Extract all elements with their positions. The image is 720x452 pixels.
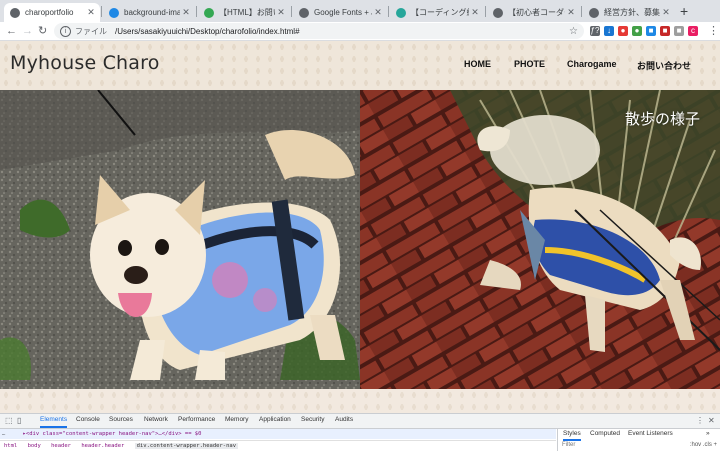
tab-title: 【HTML】お問い合わせフォーム bbox=[219, 8, 275, 17]
tab-title: 【コーディング練習】 bbox=[411, 8, 469, 17]
tab-title: charoportfolio bbox=[25, 8, 74, 17]
extension-icon[interactable]: ■ bbox=[660, 26, 670, 36]
devtools-tab-network[interactable]: Network bbox=[144, 416, 168, 423]
site-logo[interactable]: Myhouse Charo bbox=[10, 52, 160, 74]
styles-sidebar: Styles Computed Event Listeners » Filter… bbox=[557, 429, 720, 451]
nav-photo[interactable]: PHOTE bbox=[514, 59, 545, 69]
back-icon[interactable]: ← bbox=[6, 24, 17, 38]
devtools-menu-icon[interactable]: ⋮ bbox=[696, 416, 704, 425]
side-tab-computed[interactable]: Computed bbox=[590, 430, 620, 437]
crumb-header[interactable]: header bbox=[51, 443, 71, 449]
extension-icon[interactable]: ƒ? bbox=[590, 26, 600, 36]
browser-tab[interactable]: charoportfolio ✕ bbox=[4, 3, 100, 22]
address-bar[interactable]: i ファイル /Users/sasakiyuuichi/Desktop/char… bbox=[54, 23, 584, 39]
browser-tab[interactable]: Google Fonts + Japanese✕ bbox=[293, 3, 387, 22]
tab-separator bbox=[101, 6, 102, 17]
side-tab-styles[interactable]: Styles bbox=[563, 430, 581, 441]
extension-icon[interactable]: ↓ bbox=[604, 26, 614, 36]
webpage: Myhouse Charo HOME PHOTE Charogame お問い合わ… bbox=[0, 41, 720, 413]
crumb-body[interactable]: body bbox=[28, 443, 41, 449]
tab-separator bbox=[485, 6, 486, 17]
devtools-tab-sources[interactable]: Sources bbox=[109, 416, 133, 423]
inspect-element-icon[interactable]: ⬚ bbox=[5, 416, 13, 425]
tab-close-icon[interactable]: ✕ bbox=[180, 7, 192, 18]
header-nav: Myhouse Charo HOME PHOTE Charogame お問い合わ… bbox=[0, 41, 720, 90]
tab-title: 経営方針、募集する人材 bbox=[604, 8, 660, 17]
hero-caption: 散歩の様子 bbox=[624, 110, 700, 128]
tab-close-icon[interactable]: ✕ bbox=[85, 7, 97, 18]
forward-icon[interactable]: → bbox=[22, 24, 33, 38]
hero-gallery: 散歩の様子 bbox=[0, 90, 720, 389]
devtools-panel: ⬚ ▯ Elements Console Sources Network Perform… bbox=[0, 413, 720, 451]
info-icon[interactable]: i bbox=[60, 25, 71, 37]
dog-photo-right bbox=[360, 90, 720, 389]
tab-favicon-icon bbox=[109, 7, 119, 18]
side-tab-event-listeners[interactable]: Event Listeners bbox=[628, 430, 673, 437]
tab-title: background-image - CSS bbox=[124, 8, 180, 17]
page-background bbox=[0, 389, 720, 413]
reload-icon[interactable]: ↻ bbox=[38, 24, 47, 38]
extension-icon[interactable]: ■ bbox=[674, 26, 684, 36]
tab-separator bbox=[291, 6, 292, 17]
url-text[interactable]: /Users/sasakiyuuichi/Desktop/charofolio/… bbox=[115, 27, 300, 36]
extension-icon[interactable]: c bbox=[688, 26, 698, 36]
tab-favicon-icon bbox=[299, 7, 309, 18]
nav-contact[interactable]: お問い合わせ bbox=[637, 59, 691, 72]
tab-close-icon[interactable]: ✕ bbox=[565, 7, 577, 18]
devtools-tab-elements[interactable]: Elements bbox=[40, 416, 68, 428]
crumb-current[interactable]: div.content-wrapper.header-nav bbox=[134, 443, 239, 449]
extension-icon[interactable]: ● bbox=[632, 26, 642, 36]
bookmark-star-icon[interactable]: ☆ bbox=[569, 26, 578, 37]
selected-node-code: ▸<div class="content-wrapper header-nav"… bbox=[22, 431, 202, 437]
side-tabs-overflow-icon[interactable]: » bbox=[706, 430, 710, 437]
browser-tab[interactable]: 経営方針、募集する人材✕ bbox=[583, 3, 675, 22]
tab-separator bbox=[196, 6, 197, 17]
tab-separator bbox=[388, 6, 389, 17]
devtools-tab-security[interactable]: Security bbox=[301, 416, 324, 423]
browser-tab[interactable]: background-image - CSS✕ bbox=[103, 3, 195, 22]
tab-favicon-icon bbox=[204, 7, 214, 18]
scheme-label: ファイル bbox=[75, 26, 107, 36]
selected-node-line[interactable]: … ▸<div class="content-wrapper header-na… bbox=[0, 429, 556, 439]
extension-icon[interactable]: ● bbox=[618, 26, 628, 36]
tab-favicon-icon bbox=[396, 7, 406, 18]
devtools-close-icon[interactable]: ✕ bbox=[708, 416, 715, 425]
crumb-header-class[interactable]: header.header bbox=[81, 443, 124, 449]
tab-title: Google Fonts + Japanese bbox=[314, 8, 372, 17]
devtools-tab-console[interactable]: Console bbox=[76, 416, 100, 423]
nav-charogame[interactable]: Charogame bbox=[567, 59, 617, 69]
browser-tab[interactable]: 【初心者コーダー向け】✕ bbox=[487, 3, 580, 22]
tab-favicon-icon bbox=[589, 7, 599, 18]
tab-close-icon[interactable]: ✕ bbox=[372, 7, 384, 18]
devtools-tab-performance[interactable]: Performance bbox=[178, 416, 215, 423]
tab-close-icon[interactable]: ✕ bbox=[469, 7, 481, 18]
tab-strip: charoportfolio✕background-image - CSS✕【H… bbox=[0, 0, 720, 22]
tab-separator bbox=[581, 6, 582, 17]
devtools-tab-memory[interactable]: Memory bbox=[225, 416, 248, 423]
dog-photo-left bbox=[0, 90, 360, 389]
devtools-tab-bar: ⬚ ▯ Elements Console Sources Network Perform… bbox=[0, 414, 720, 429]
menu-icon[interactable]: ⋮ bbox=[708, 24, 719, 38]
new-tab-button[interactable]: + bbox=[680, 3, 688, 19]
device-toolbar-icon[interactable]: ▯ bbox=[17, 416, 21, 425]
tab-close-icon[interactable]: ✕ bbox=[275, 7, 287, 18]
tab-favicon-icon bbox=[493, 7, 503, 18]
tab-favicon-icon bbox=[10, 7, 20, 18]
devtools-tab-application[interactable]: Application bbox=[259, 416, 291, 423]
tab-close-icon[interactable]: ✕ bbox=[660, 7, 672, 18]
devtools-tab-audits[interactable]: Audits bbox=[335, 416, 353, 423]
browser-tab[interactable]: 【HTML】お問い合わせフォーム✕ bbox=[198, 3, 290, 22]
tab-title: 【初心者コーダー向け】 bbox=[508, 8, 565, 17]
styles-filter-controls[interactable]: :hov .cls + bbox=[690, 442, 717, 448]
crumb-html[interactable]: html bbox=[4, 443, 17, 449]
browser-tab[interactable]: 【コーディング練習】✕ bbox=[390, 3, 484, 22]
nav-home[interactable]: HOME bbox=[464, 59, 491, 69]
styles-filter-input[interactable]: Filter bbox=[562, 442, 575, 448]
dom-breadcrumb: html body header header.header div.conte… bbox=[0, 440, 556, 452]
extension-icon[interactable]: ■ bbox=[646, 26, 656, 36]
browser-toolbar: ← → ↻ i ファイル /Users/sasakiyuuichi/Deskto… bbox=[0, 22, 720, 41]
